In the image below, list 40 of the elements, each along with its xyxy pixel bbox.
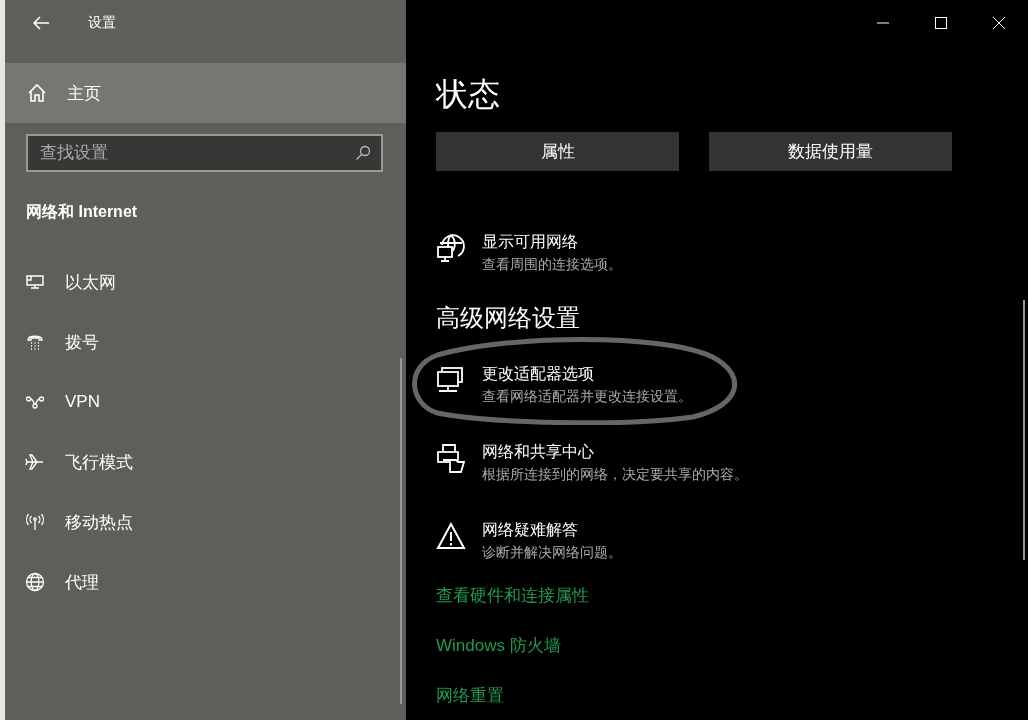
option-description: 诊断并解决网络问题。 — [482, 543, 622, 562]
section-heading: 网络和 Internet — [26, 202, 139, 222]
nav-item[interactable]: 以太网 — [5, 252, 406, 312]
nav-item[interactable]: 移动热点 — [5, 492, 406, 552]
scrollbar[interactable] — [400, 358, 402, 704]
warning-icon — [436, 521, 466, 551]
airplane-icon — [25, 452, 45, 472]
option-description: 根据所连接到的网络，决定要共享的内容。 — [482, 465, 748, 484]
printer-icon — [436, 443, 466, 473]
maximize-icon[interactable] — [935, 16, 947, 29]
antenna-icon — [25, 512, 45, 532]
globe-icon — [25, 572, 45, 592]
scrollbar[interactable] — [1023, 300, 1025, 560]
option-title[interactable]: 更改适配器选项 — [482, 363, 692, 385]
monitor-icon — [436, 365, 466, 395]
settings-link[interactable]: Windows 防火墙 — [436, 634, 1028, 657]
search-field[interactable]: 查找设置 — [26, 134, 383, 172]
settings-link[interactable]: 网络重置 — [436, 684, 1028, 707]
search-icon — [355, 145, 371, 161]
nav-item[interactable]: 飞行模式 — [5, 432, 406, 492]
option-title[interactable]: 网络和共享中心 — [482, 441, 748, 463]
nav-item[interactable]: VPN — [5, 372, 406, 432]
close-icon[interactable] — [993, 16, 1005, 29]
section-heading: 高级网络设置 — [436, 303, 581, 333]
globe-monitor-icon — [436, 233, 466, 263]
option-description: 查看周围的连接选项。 — [482, 255, 622, 274]
option-description: 查看网络适配器并更改连接设置。 — [482, 387, 692, 406]
option-title[interactable]: 显示可用网络 — [482, 231, 622, 253]
page-title: 状态 — [436, 75, 501, 113]
action-button[interactable]: 数据使用量 — [709, 132, 952, 171]
window-title: 设置 — [88, 13, 116, 32]
settings-link[interactable]: 查看硬件和连接属性 — [436, 584, 1028, 607]
home-icon — [27, 83, 47, 103]
nav-item[interactable]: 代理 — [5, 552, 406, 612]
monitor-icon — [25, 272, 45, 292]
nav-item[interactable]: 拨号 — [5, 312, 406, 372]
home-nav-item[interactable]: 主页 — [5, 63, 406, 123]
back-arrow-icon[interactable] — [32, 15, 50, 30]
option-title[interactable]: 网络疑难解答 — [482, 519, 622, 541]
action-button[interactable]: 属性 — [436, 132, 679, 171]
